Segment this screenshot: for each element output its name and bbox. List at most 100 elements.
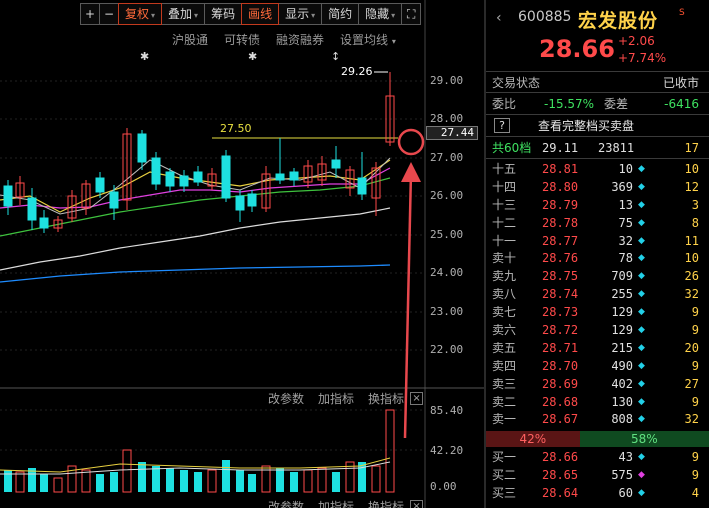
buy-level-row[interactable]: 买二 28.65 575 ◆ 9 <box>486 467 709 485</box>
sell-level-row[interactable]: 卖二 28.68 130 ◆ 9 <box>486 394 709 412</box>
hk-connect-link[interactable]: 沪股通 <box>172 31 208 48</box>
toolbar-button-label: 画线 <box>248 7 273 21</box>
level-label: 卖八 <box>492 287 517 302</box>
chevron-down-icon: ▾ <box>151 11 156 20</box>
chart-toolbar: + − 复权 ▾ 叠加 ▾ 筹码 画线 显示 ▾ 简约 隐藏 ▾ ⛶ <box>80 3 422 25</box>
level-label: 买三 <box>492 486 517 501</box>
fullscreen-icon: ⛶ <box>406 7 416 21</box>
diamond-icon: ◆ <box>638 342 645 353</box>
level-label: 十四 <box>492 179 517 194</box>
candle <box>385 72 395 146</box>
switch-indicator-button[interactable]: 换指标 <box>368 390 404 407</box>
sell-level-row[interactable]: 卖一 28.67 808 ◆ 32 <box>486 411 709 429</box>
add-indicator-button[interactable]: 加指标 <box>318 390 354 407</box>
buy-level-row[interactable]: 买三 28.64 60 ◆ 4 <box>486 485 709 503</box>
candle <box>303 160 313 188</box>
margin-trading-link[interactable]: 融资融券 <box>276 31 324 48</box>
candle <box>235 190 245 222</box>
level-label: 卖二 <box>492 394 517 409</box>
sell-level-row[interactable]: 十三 28.79 13 ◆ 3 <box>486 197 709 215</box>
chevron-down-icon: ▾ <box>194 11 199 20</box>
level-price: 28.77 <box>542 233 579 248</box>
set-ma-dropdown[interactable]: 设置均线 ▾ <box>340 31 396 48</box>
draw-line-button[interactable]: 画线 <box>241 3 280 25</box>
quote-panel: ‹ 600885 宏发股份 S 28.66 +2.06 +7.74% 交易状态 … <box>484 0 709 508</box>
level-volume: 13 <box>618 197 633 212</box>
toolbar-button-label: 简约 <box>328 7 353 21</box>
stock-code: 600885 <box>518 9 572 25</box>
order-ratio-label: 委比 <box>492 97 517 111</box>
level-orders: 9 <box>691 358 699 373</box>
level-orders: 12 <box>684 179 699 194</box>
diamond-icon: ◆ <box>638 199 645 210</box>
diamond-icon: ◆ <box>638 289 645 300</box>
diamond-icon: ◆ <box>638 235 645 246</box>
level-orders: 9 <box>691 394 699 409</box>
fullscreen-button[interactable]: ⛶ <box>401 3 422 25</box>
level-volume: 43 <box>618 450 633 465</box>
previous-stock-icon[interactable]: ‹ <box>496 10 502 26</box>
zoom-in-button[interactable]: + <box>80 3 100 25</box>
level-orders: 9 <box>691 450 699 465</box>
level-label: 卖三 <box>492 376 517 391</box>
stock-header: ‹ 600885 宏发股份 S 28.66 +2.06 +7.74% <box>486 0 709 72</box>
kline-chart[interactable]: ✱ ✱ ↕ 27.50 29.26 <box>0 0 484 508</box>
simple-mode-button[interactable]: 简约 <box>321 3 360 25</box>
modify-params-button[interactable]: 改参数 <box>268 390 304 407</box>
sell-level-row[interactable]: 卖九 28.75 709 ◆ 26 <box>486 268 709 286</box>
full-orderbook-link[interactable]: ? 查看完整档买卖盘 <box>486 115 709 137</box>
close-icon[interactable]: × <box>410 500 424 508</box>
adjust-rights-dropdown[interactable]: 复权 ▾ <box>118 3 163 25</box>
candle <box>357 152 367 200</box>
level-price: 28.71 <box>542 340 579 355</box>
sell-level-row[interactable]: 卖四 28.70 490 ◆ 9 <box>486 358 709 376</box>
level-volume: 32 <box>618 233 633 248</box>
level-orders: 26 <box>684 269 699 284</box>
close-icon[interactable]: × <box>410 392 424 405</box>
display-dropdown[interactable]: 显示 ▾ <box>278 3 323 25</box>
chevron-down-icon: ▾ <box>311 11 316 20</box>
price-axis-label: 23.00 <box>430 305 464 318</box>
switch-indicator-button[interactable]: 换指标 <box>368 498 404 508</box>
buy-level-row[interactable]: 买一 28.66 43 ◆ 9 <box>486 449 709 467</box>
hide-dropdown[interactable]: 隐藏 ▾ <box>358 3 403 25</box>
diamond-icon: ◆ <box>638 470 645 481</box>
levels-top-price: 29.11 <box>542 141 579 155</box>
chip-distribution-button[interactable]: 筹码 <box>204 3 243 25</box>
stock-name: 宏发股份 <box>578 10 659 32</box>
candle <box>193 166 203 186</box>
candle <box>317 156 327 186</box>
sell-level-row[interactable]: 十五 28.81 10 ◆ 10 <box>486 161 709 179</box>
overlay-dropdown[interactable]: 叠加 ▾ <box>161 3 206 25</box>
kline-chart-area[interactable]: ✱ ✱ ↕ 27.50 29.26 + − 复权 ▾ 叠加 ▾ 筹码 画线 显示… <box>0 0 484 508</box>
sell-level-row[interactable]: 十二 28.78 75 ◆ 8 <box>486 215 709 233</box>
zoom-out-button[interactable]: − <box>99 3 119 25</box>
toolbar-button-label: 显示 <box>285 7 310 21</box>
level-label: 卖六 <box>492 323 517 338</box>
level-label: 十二 <box>492 215 517 230</box>
full-orderbook-label[interactable]: 查看完整档买卖盘 <box>538 115 634 137</box>
sell-level-row[interactable]: 卖七 28.73 129 ◆ 9 <box>486 304 709 322</box>
sell-level-row[interactable]: 十四 28.80 369 ◆ 12 <box>486 179 709 197</box>
level-price: 28.67 <box>542 412 579 427</box>
level-orders: 3 <box>691 197 699 212</box>
help-icon[interactable]: ? <box>494 118 510 133</box>
sell-level-row[interactable]: 卖三 28.69 402 ◆ 27 <box>486 376 709 394</box>
order-diff-value: -6416 <box>664 97 699 111</box>
chevron-down-icon: ▾ <box>391 37 396 46</box>
level-orders: 4 <box>691 486 699 501</box>
sell-level-row[interactable]: 卖五 28.71 215 ◆ 20 <box>486 340 709 358</box>
level-orders: 8 <box>691 215 699 230</box>
sell-level-row[interactable]: 卖十 28.76 78 ◆ 10 <box>486 250 709 268</box>
sell-level-row[interactable]: 十一 28.77 32 ◆ 11 <box>486 233 709 251</box>
level-price: 28.65 <box>542 468 579 483</box>
candle <box>275 138 285 184</box>
candlesticks <box>3 72 395 233</box>
sell-level-row[interactable]: 卖八 28.74 255 ◆ 32 <box>486 286 709 304</box>
sell-level-row[interactable]: 卖六 28.72 129 ◆ 9 <box>486 322 709 340</box>
add-indicator-button[interactable]: 加指标 <box>318 498 354 508</box>
levels-count-label: 共60档 <box>492 141 532 155</box>
level-volume: 75 <box>618 215 633 230</box>
convertible-bond-link[interactable]: 可转债 <box>224 31 260 48</box>
modify-params-button[interactable]: 改参数 <box>268 498 304 508</box>
